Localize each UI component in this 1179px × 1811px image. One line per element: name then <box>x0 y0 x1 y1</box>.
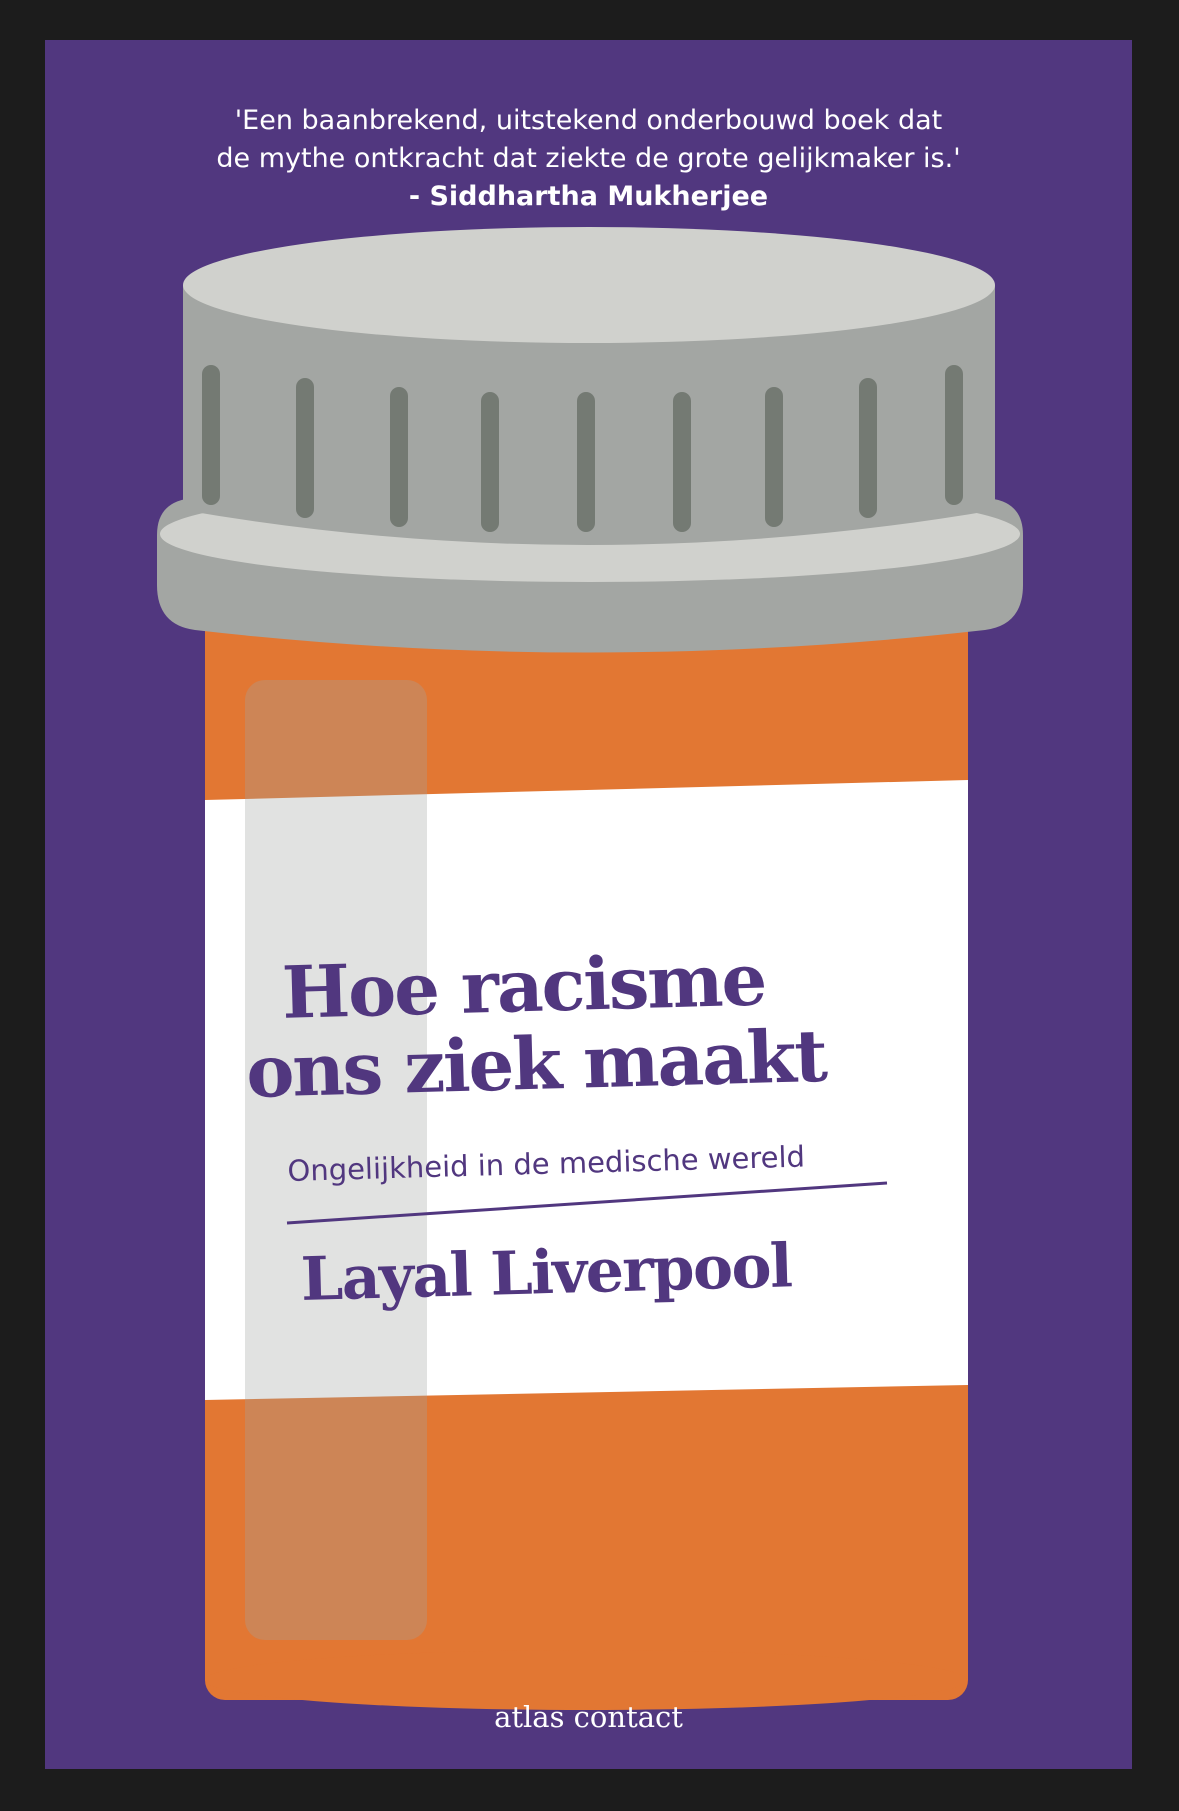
publisher-logo: atlas contact <box>494 1700 683 1734</box>
quote-line-2: de mythe ontkracht dat ziekte de grote g… <box>216 143 961 174</box>
image-frame: 'Een baanbrekend, uitstekend onderbouwd … <box>0 0 1179 1811</box>
book-cover: 'Een baanbrekend, uitstekend onderbouwd … <box>45 40 1132 1769</box>
quote-line-1: 'Een baanbrekend, uitstekend onderbouwd … <box>234 105 943 136</box>
pill-bottle-illustration <box>157 227 1023 1710</box>
quote-attribution: - Siddhartha Mukherjee <box>408 181 769 212</box>
book-title: Hoe racisme ons ziek maakt <box>243 934 1007 1113</box>
endorsement-quote: 'Een baanbrekend, uitstekend onderbouwd … <box>45 102 1132 216</box>
